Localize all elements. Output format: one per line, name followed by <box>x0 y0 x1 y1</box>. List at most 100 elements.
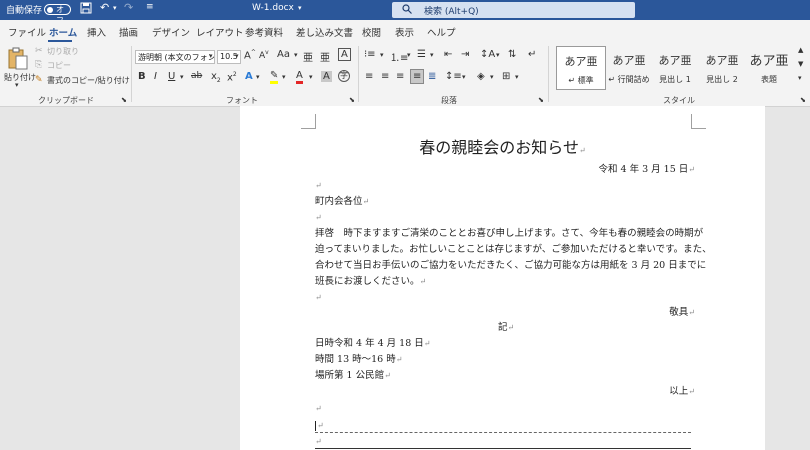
tab-review[interactable]: 校閲 <box>362 25 381 39</box>
phonetic-guide-icon[interactable]: 亜 <box>303 49 313 64</box>
body-text: 合わせて当日お手伝いのご協力をいただきたく、ご協力可能な方は用紙を 3 月 20… <box>315 260 707 271</box>
increase-indent-icon[interactable]: ⇥ <box>461 49 469 60</box>
paragraph-mark: ↵ <box>423 339 431 348</box>
text-cursor <box>315 421 316 431</box>
align-left-icon[interactable]: ≡ <box>365 71 373 82</box>
italic-icon[interactable]: I <box>154 71 157 82</box>
align-right-icon[interactable]: ≡ <box>396 71 404 82</box>
tab-mailings[interactable]: 差し込み文書 <box>296 25 353 39</box>
strikethrough-icon[interactable]: ab <box>191 71 202 81</box>
underline-chevron-down-icon[interactable]: ▾ <box>180 73 184 81</box>
undo-dropdown-icon[interactable]: ▾ <box>113 4 117 12</box>
text-direction-icon[interactable]: ↕A <box>480 49 495 60</box>
redo-icon[interactable]: ↷ <box>124 1 133 14</box>
text-direction-chevron-down-icon[interactable]: ▾ <box>496 51 500 59</box>
sort-icon[interactable]: ⇅ <box>508 49 516 60</box>
character-border-icon[interactable]: A <box>338 48 351 61</box>
bullets-chevron-down-icon[interactable]: ▾ <box>380 51 384 59</box>
chevron-up-icon[interactable]: ▲ <box>798 46 803 54</box>
underline-icon[interactable]: U <box>168 71 175 82</box>
style-title[interactable]: あア亜 表題 <box>744 46 794 90</box>
style-gallery-scroll[interactable]: ▲ ▼ ▾ <box>796 46 808 90</box>
line-spacing-icon[interactable]: ↕≡ <box>445 71 462 82</box>
filename-dropdown-icon[interactable]: ▾ <box>298 4 302 12</box>
tab-home[interactable]: ホーム <box>49 25 77 39</box>
change-case-icon[interactable]: Aa <box>277 49 290 60</box>
character-table-icon[interactable]: 亜 <box>320 49 330 64</box>
borders-chevron-down-icon[interactable]: ▾ <box>515 73 519 81</box>
text-effects-icon[interactable]: A <box>245 71 253 82</box>
styles-launcher-icon[interactable]: ⬊ <box>800 96 806 104</box>
tab-draw[interactable]: 描画 <box>119 25 138 39</box>
chevron-down-icon[interactable]: ▼ <box>798 60 803 68</box>
style-sample: あア亜 <box>705 54 739 67</box>
autosave-toggle[interactable]: オフ <box>44 4 71 25</box>
text-effects-chevron-down-icon[interactable]: ▾ <box>256 73 260 81</box>
tab-layout[interactable]: レイアウト <box>196 25 244 39</box>
show-marks-icon[interactable]: ↵ <box>528 49 536 60</box>
change-case-chevron-down-icon[interactable]: ▾ <box>294 51 298 59</box>
character-shading-icon[interactable]: A <box>321 71 332 82</box>
style-heading-2[interactable]: あア亜 見出し 2 <box>697 46 747 90</box>
undo-icon[interactable]: ↶ <box>100 1 109 14</box>
shrink-font-icon[interactable]: Av <box>259 49 269 61</box>
paste-label: 貼り付け <box>4 73 36 82</box>
font-name-dropdown[interactable]: 游明朝 (本文のフォン <box>135 50 215 64</box>
tab-help[interactable]: ヘルプ <box>427 25 456 39</box>
font-color-chevron-down-icon[interactable]: ▾ <box>309 73 313 81</box>
font-launcher-icon[interactable]: ⬊ <box>349 96 355 104</box>
bold-icon[interactable]: B <box>138 71 146 82</box>
bullets-icon[interactable]: ⁝≡ <box>364 49 376 60</box>
subscript-icon[interactable]: x2 <box>211 71 221 84</box>
cut-label: 切り取り <box>47 47 79 56</box>
highlight-icon[interactable]: ✎ <box>270 70 279 84</box>
body-line: 拝啓 時下ますますご清栄のこととお喜び申し上げます。さて、今年も春の親睦会の時期… <box>315 228 703 240</box>
style-no-spacing[interactable]: あア亜 ↵ 行間詰め <box>604 46 654 90</box>
document-page[interactable]: 春の親睦会のお知らせ↵ 令和 4 年 3 月 15 日↵ ↵ 町内会各位↵ ↵ … <box>240 106 765 450</box>
shading-icon[interactable]: ◈ <box>477 71 485 82</box>
numbering-chevron-down-icon[interactable]: ▾ <box>407 51 411 59</box>
tab-references[interactable]: 参考資料 <box>245 25 283 39</box>
search-box[interactable]: 検索 (Alt+Q) <box>392 2 635 18</box>
style-sample: あア亜 <box>658 54 692 67</box>
superscript-icon[interactable]: x2 <box>227 71 237 83</box>
paste-dropdown-icon[interactable]: ▾ <box>15 81 19 89</box>
tab-view[interactable]: 表示 <box>395 25 414 39</box>
tab-design[interactable]: デザイン <box>152 25 190 39</box>
paragraph-mark: ↵ <box>362 197 370 206</box>
style-name: ↵ 行間詰め <box>608 75 650 84</box>
paste-button[interactable]: 貼り付け ▾ <box>4 46 36 90</box>
tab-insert[interactable]: 挿入 <box>87 25 106 39</box>
body-line: 迫ってまいりました。お忙しいことことは存じますが、ご参加いただけると幸いです。ま… <box>315 244 712 256</box>
more-styles-icon[interactable]: ▾ <box>798 74 802 82</box>
body-line: 班長にお渡しください。↵ <box>315 276 426 288</box>
customize-qat-icon[interactable]: ≡ <box>146 2 154 12</box>
font-size-chevron-down-icon[interactable]: ▾ <box>235 52 239 60</box>
tab-file[interactable]: ファイル <box>8 25 46 39</box>
borders-icon[interactable]: ⊞ <box>502 71 510 82</box>
save-icon[interactable] <box>80 2 92 17</box>
font-name-chevron-down-icon[interactable]: ▾ <box>209 52 213 60</box>
dashed-cut-line <box>315 432 691 433</box>
ijou-text: 以上 <box>669 386 689 397</box>
clipboard-launcher-icon[interactable]: ⬊ <box>121 96 127 104</box>
line-spacing-chevron-down-icon[interactable]: ▾ <box>462 73 466 81</box>
numbering-icon[interactable]: ⒈≡ <box>390 49 408 64</box>
decrease-indent-icon[interactable]: ⇤ <box>444 49 452 60</box>
paragraph-mark: ↵ <box>315 181 322 190</box>
highlight-chevron-down-icon[interactable]: ▾ <box>282 73 286 81</box>
closing-keigu: 敬具↵ <box>669 307 695 319</box>
enclosed-character-icon[interactable]: 字 <box>338 70 350 82</box>
distributed-icon[interactable]: ≣ <box>428 71 436 82</box>
grow-font-icon[interactable]: A^ <box>244 49 256 61</box>
justify-icon[interactable]: ≡ <box>410 69 425 84</box>
style-normal[interactable]: あア亜 ↵ 標準 <box>556 46 606 90</box>
multilevel-list-icon[interactable]: ☰ <box>417 49 426 60</box>
font-color-icon[interactable]: A <box>296 70 303 84</box>
shading-chevron-down-icon[interactable]: ▾ <box>490 73 494 81</box>
paragraph-launcher-icon[interactable]: ⬊ <box>538 96 544 104</box>
detail-line: 時間 13 時～16 時↵ <box>315 354 402 366</box>
style-heading-1[interactable]: あア亜 見出し 1 <box>650 46 700 90</box>
align-center-icon[interactable]: ≡ <box>381 71 389 82</box>
multilevel-chevron-down-icon[interactable]: ▾ <box>430 51 434 59</box>
